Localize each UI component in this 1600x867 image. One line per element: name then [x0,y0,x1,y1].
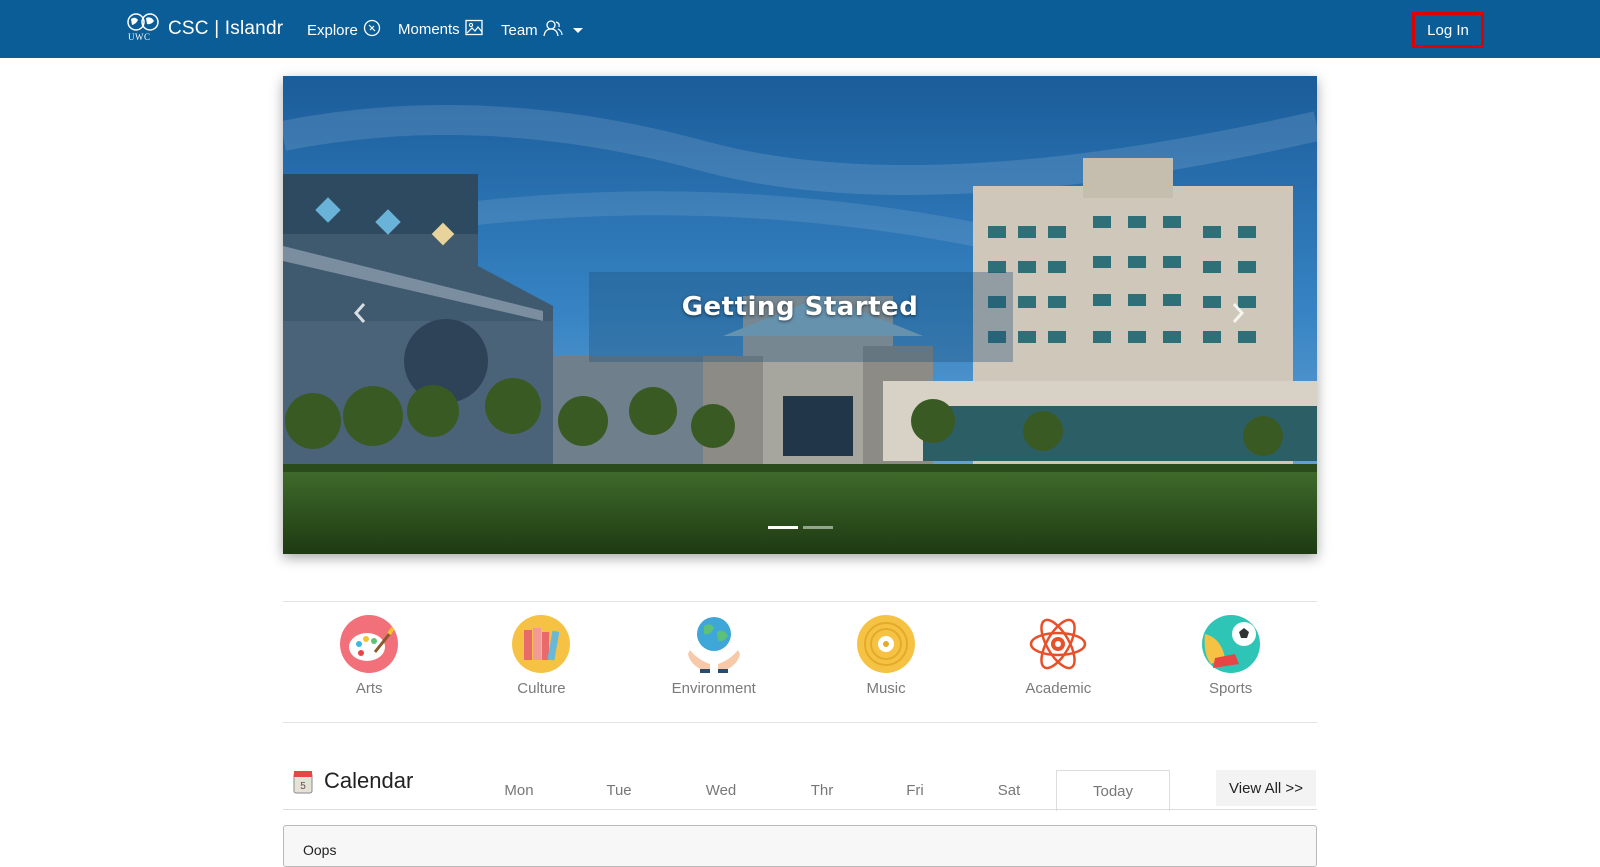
category-label: Environment [671,680,756,697]
atom-icon [1030,618,1087,670]
calendar-icon: 5 [293,771,313,794]
category-arts[interactable]: Arts [283,614,455,704]
carousel-next-button[interactable] [1223,298,1253,328]
divider [283,601,1317,602]
brand[interactable]: UWC CSC | Islandr [126,13,283,45]
calendar-header: 5 Calendar [292,768,413,794]
compass-icon [363,19,381,41]
top-navbar: UWC CSC | Islandr Explore Moments Team L… [0,0,1600,58]
tab-today[interactable]: Today [1056,770,1170,811]
calendar-empty-panel: Oops [283,825,1317,867]
carousel-prev-button[interactable] [345,298,375,328]
hero-carousel: Getting Started [283,76,1317,554]
nav-team[interactable]: Team [501,19,583,41]
calendar-title: Calendar [324,768,414,793]
tab-fri[interactable]: Fri [880,770,950,810]
view-all-button[interactable]: View All >> [1216,770,1316,806]
category-label: Arts [355,680,383,697]
category-music[interactable]: Music [800,614,972,704]
logo-text: UWC [128,32,151,42]
carousel-indicator[interactable] [768,526,798,529]
palette-icon [340,615,399,673]
nav-moments-label: Moments [398,21,460,38]
calendar-icon-day: 5 [300,781,306,792]
tab-tue[interactable]: Tue [584,770,654,810]
category-label: Academic [1025,680,1092,697]
category-academic[interactable]: Academic [972,614,1144,704]
chevron-left-icon [353,303,366,323]
tabs-divider [283,809,1317,810]
category-culture[interactable]: Culture [455,614,627,704]
calendar-day-tabs: Mon Tue Wed Thr Fri Sat Today [466,770,1170,811]
image-icon [465,19,483,40]
category-label: Culture [517,680,566,697]
globe-logo-icon [127,13,159,31]
tab-sat[interactable]: Sat [974,770,1044,810]
uwc-logo: UWC [126,13,160,45]
globe-hands-icon [687,617,740,673]
empty-message: Oops [303,842,337,858]
chevron-down-icon[interactable] [572,28,583,33]
brand-name: CSC | Islandr [168,18,284,39]
category-environment[interactable]: Environment [628,614,800,704]
users-icon [543,19,563,41]
divider [283,722,1317,723]
category-label: Sports [1208,680,1253,697]
tab-wed[interactable]: Wed [686,770,756,810]
tab-mon[interactable]: Mon [484,770,554,810]
nav-explore-label: Explore [307,21,358,39]
carousel-caption: Getting Started [681,292,919,322]
soccer-icon [1201,615,1260,673]
nav-team-label: Team [501,21,538,39]
tab-thr[interactable]: Thr [787,770,857,810]
login-button[interactable]: Log In [1412,12,1484,48]
nav-explore[interactable]: Explore [307,19,381,41]
nav-moments[interactable]: Moments [398,19,483,40]
category-list: Arts Culture Environment Music Academic … [283,614,1317,704]
books-icon [512,615,571,673]
vinyl-record-icon [857,615,916,673]
carousel-indicator[interactable] [803,526,833,529]
category-sports[interactable]: Sports [1144,614,1316,704]
carousel-indicators [768,526,833,529]
chevron-right-icon [1232,303,1245,323]
category-label: Music [866,680,906,697]
